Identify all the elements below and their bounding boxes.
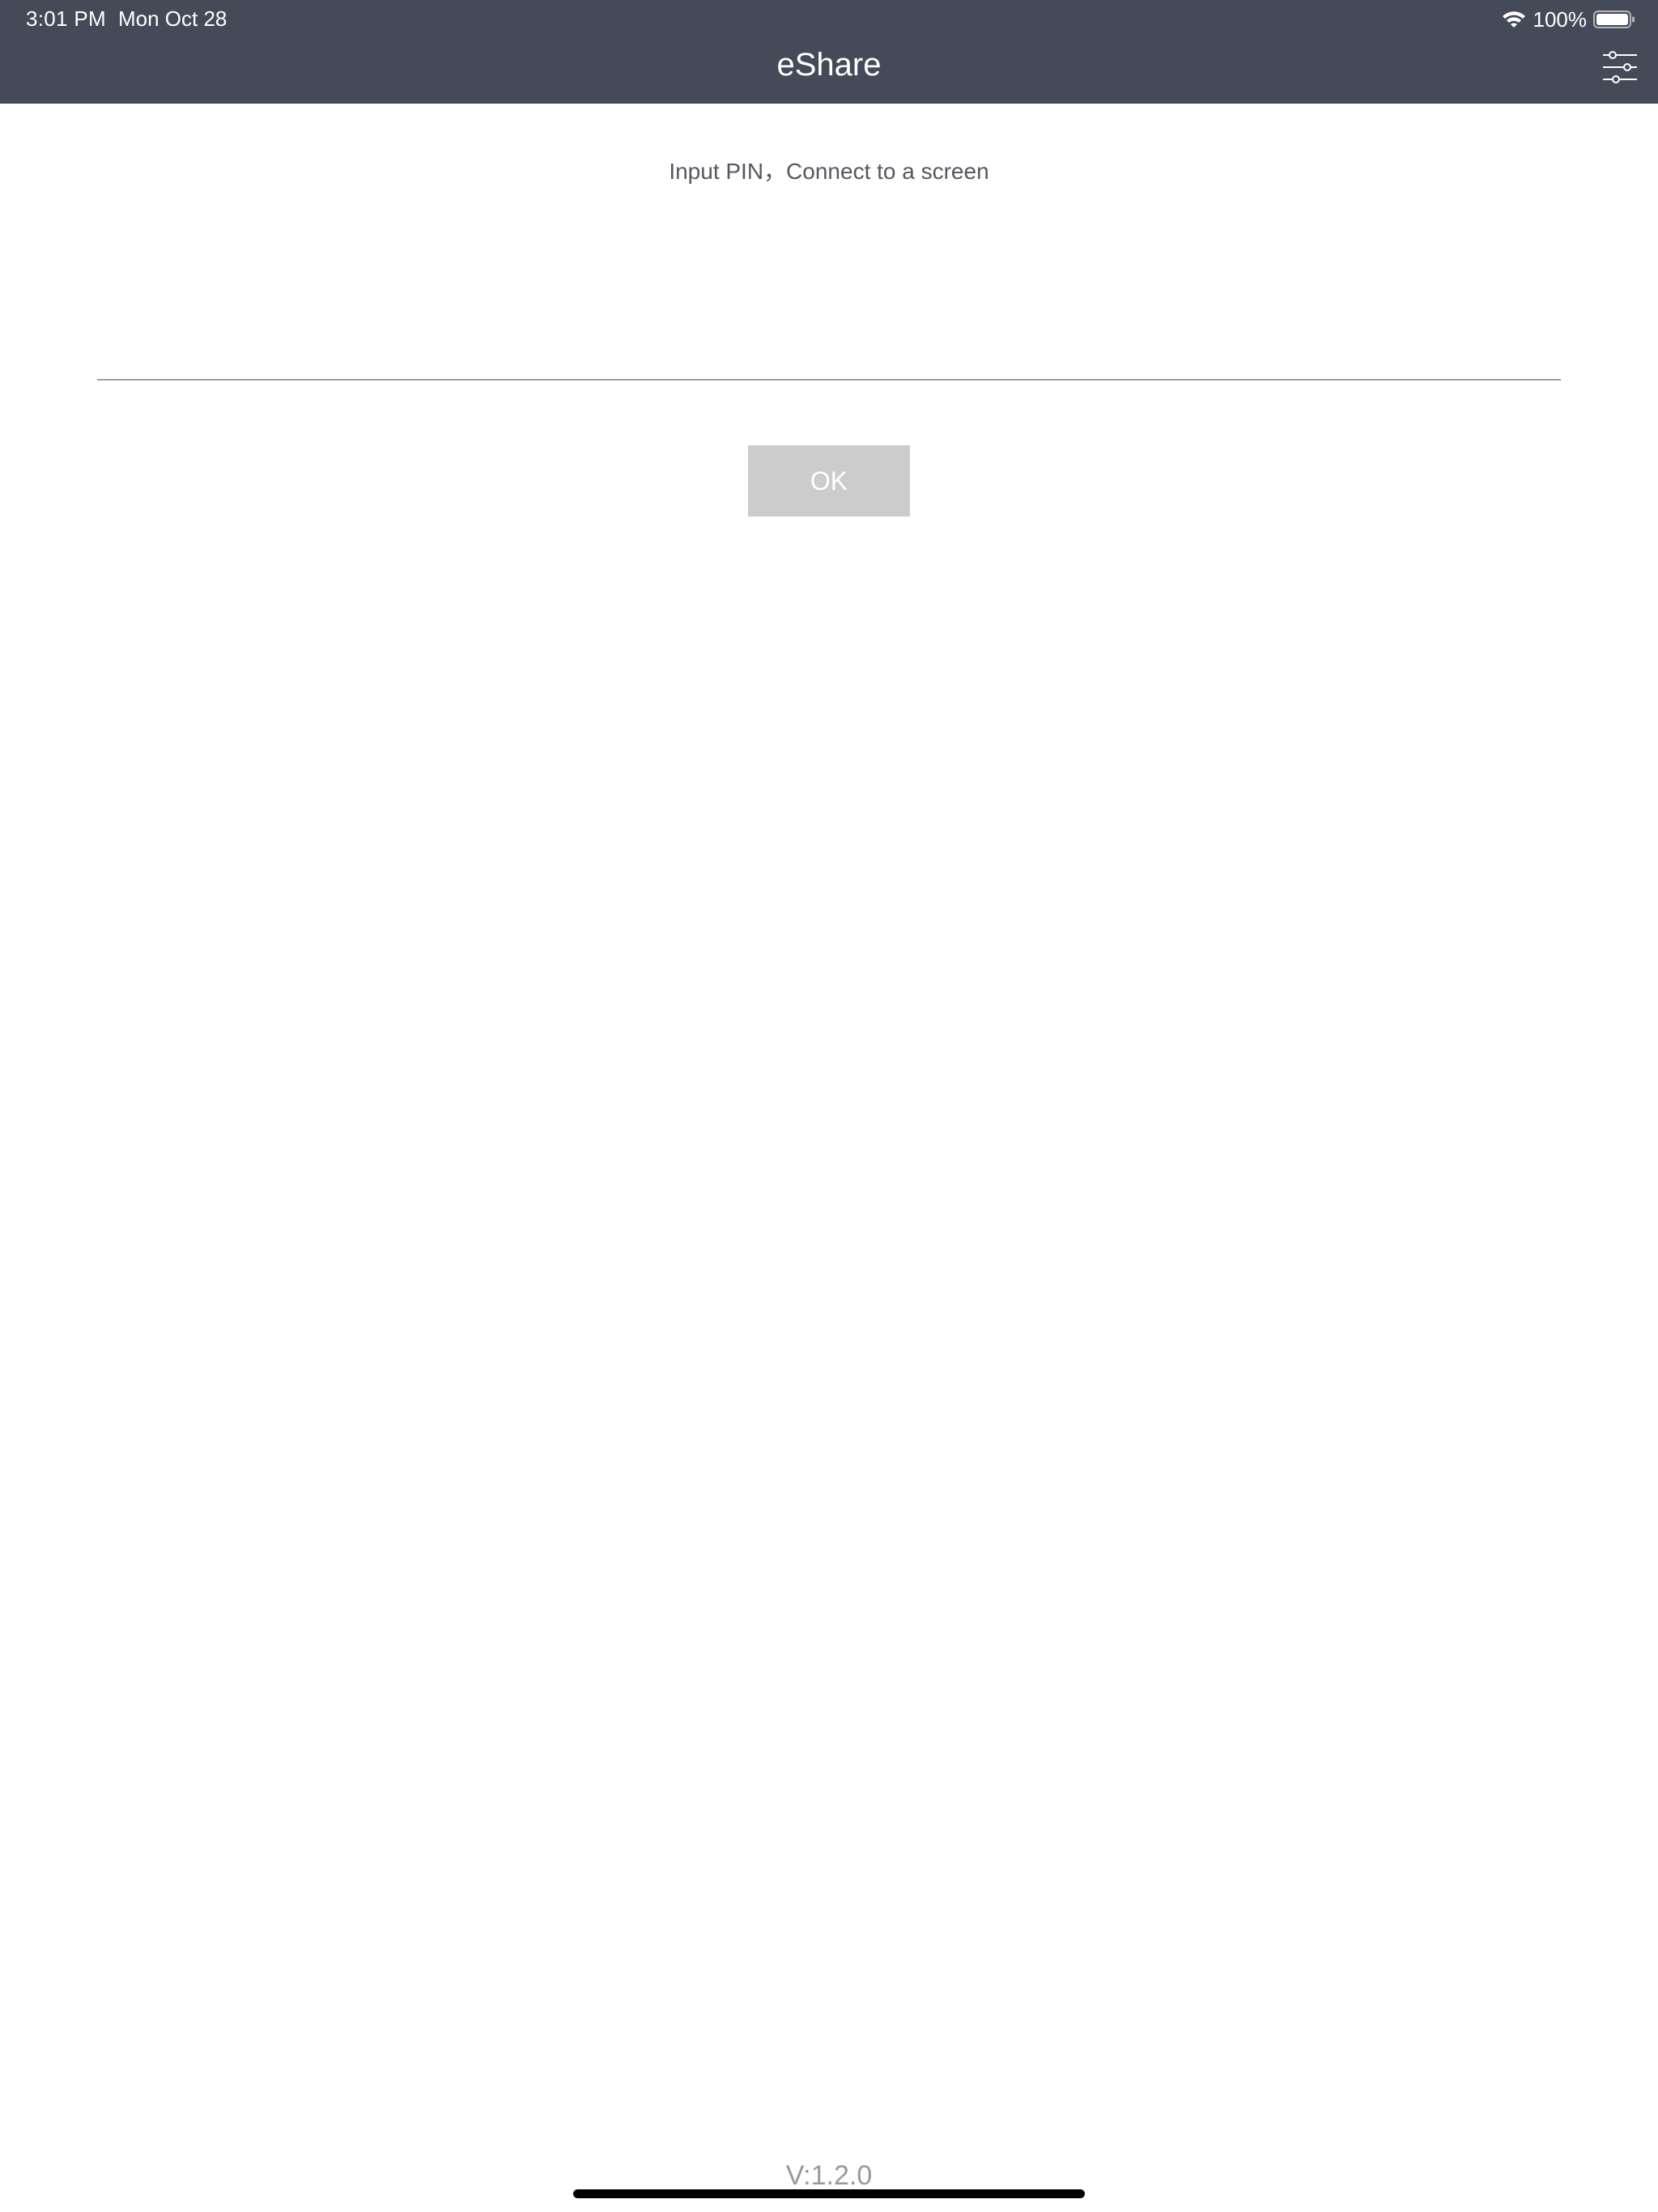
- ok-button[interactable]: OK: [748, 445, 910, 517]
- settings-button[interactable]: [1600, 47, 1640, 87]
- wifi-icon: [1502, 11, 1525, 28]
- pin-input[interactable]: [97, 235, 1561, 381]
- pin-instruction: Input PIN，Connect to a screen: [669, 159, 989, 184]
- app-screen: 3:01 PM Mon Oct 28 100% eShare Input PIN…: [0, 0, 1658, 2212]
- home-indicator[interactable]: [573, 2189, 1085, 2198]
- battery-icon: [1593, 11, 1635, 28]
- top-bar: 3:01 PM Mon Oct 28 100% eShare: [0, 0, 1658, 104]
- sliders-icon: [1603, 51, 1637, 83]
- status-date: Mon Oct 28: [118, 6, 227, 31]
- page-title: eShare: [776, 47, 882, 83]
- version-label: V:1.2.0: [785, 2160, 873, 2191]
- status-indicators: 100%: [1501, 5, 1636, 34]
- status-time: 3:01 PM: [26, 6, 106, 31]
- battery-percent: 100%: [1533, 6, 1588, 32]
